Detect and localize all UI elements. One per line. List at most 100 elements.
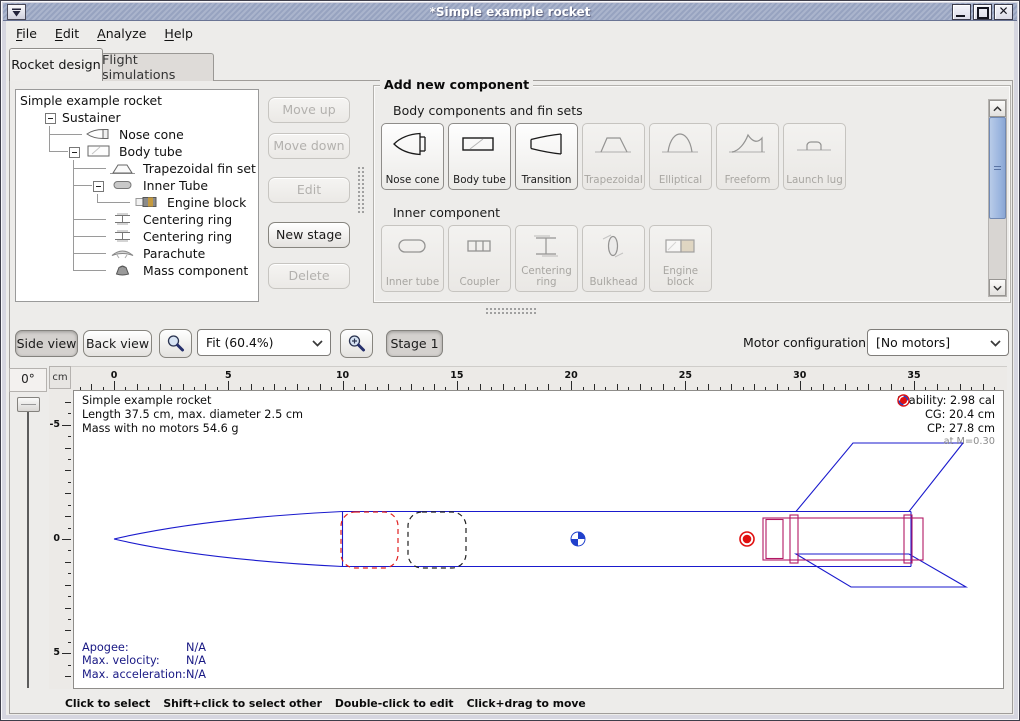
status-hint: Double-click to edit	[335, 697, 454, 712]
tab-flight-simulations[interactable]: Flight simulations	[101, 53, 214, 81]
scrollbar-grip	[994, 166, 1001, 167]
design-info-length: Length 37.5 cm, max. diameter 2.5 cm	[82, 408, 303, 422]
menu-help[interactable]: Help	[155, 23, 202, 44]
centering-ring-icon	[109, 212, 137, 226]
back-view-button[interactable]: Back view	[83, 330, 152, 357]
maximize-button[interactable]	[973, 4, 992, 20]
delete-button[interactable]: Delete	[268, 263, 350, 289]
scrollbar-thumb[interactable]	[989, 117, 1006, 219]
inner-component-label: Inner component	[393, 205, 500, 220]
tree-item-inner-tube[interactable]: Inner Tube	[16, 177, 258, 194]
mass-component-outline	[408, 512, 466, 568]
engine-block-icon	[658, 231, 702, 261]
new-stage-button[interactable]: New stage	[268, 222, 350, 248]
body-tube-icon	[457, 129, 501, 159]
component-tree: Simple example rocketSustainerNose coneB…	[16, 92, 258, 301]
rocket-design-canvas[interactable]: Simple example rocket Length 37.5 cm, ma…	[73, 390, 1004, 689]
side-view-button[interactable]: Side view	[15, 330, 78, 357]
component-button-label: Bulkhead	[583, 277, 644, 288]
tree-item-body-tube[interactable]: Body tube	[16, 143, 258, 160]
add-elliptical-button[interactable]: Elliptical	[649, 123, 712, 190]
fin-trapezoidal-icon	[109, 161, 137, 175]
add-centering-ring-button[interactable]: Centering ring	[515, 225, 578, 292]
tree-expander[interactable]	[69, 147, 80, 158]
stage-1-toggle[interactable]: Stage 1	[386, 330, 443, 357]
add-inner-tube-button[interactable]: Inner tube	[381, 225, 444, 292]
move-down-button[interactable]: Move down	[268, 133, 350, 159]
inner-tube-icon	[390, 231, 434, 261]
rotation-slider-handle[interactable]	[17, 397, 40, 412]
flight-data-label: Max. acceleration:	[82, 668, 186, 681]
window-menu-icon[interactable]	[7, 4, 26, 20]
scroll-down-button[interactable]	[989, 279, 1006, 296]
status-hint: Click to select	[65, 697, 150, 712]
tree-item-label: Nose cone	[119, 127, 184, 142]
stability-value: Stability: 2.98 cal	[897, 394, 995, 408]
inner-components-row: Inner tubeCouplerCentering ring Bulkhead E…	[373, 225, 993, 291]
horizontal-ruler: 05101520253035	[71, 366, 1007, 390]
cp-marker	[740, 532, 754, 546]
design-info: Simple example rocket Length 37.5 cm, ma…	[82, 394, 303, 435]
cg-value: CG: 20.4 cm	[925, 408, 995, 422]
flight-data-value: N/A	[186, 668, 206, 681]
zoom-out-button[interactable]	[159, 329, 192, 358]
close-button[interactable]: ✕	[994, 4, 1013, 20]
component-button-label: Freeform	[717, 175, 778, 186]
app-window: *Simple example rocket ✕ FileEditAnalyze…	[0, 0, 1020, 721]
menu-file[interactable]: File	[7, 23, 46, 44]
edit-button[interactable]: Edit	[268, 177, 350, 203]
mass-component-icon	[109, 263, 137, 277]
tree-item-label: Centering ring	[143, 229, 232, 244]
tree-item-engine-block[interactable]: Engine block	[16, 194, 258, 211]
nose-cone-outline-bottom	[114, 539, 343, 567]
zoom-select[interactable]: Fit (60.4%)	[197, 329, 331, 356]
add-bulkhead-button[interactable]: Bulkhead	[582, 225, 645, 292]
tab-rocket-design[interactable]: Rocket design	[9, 48, 103, 81]
motor-configuration-select[interactable]: [No motors]	[867, 329, 1009, 356]
vertical-ruler: -505	[49, 389, 71, 689]
inner-tube-icon	[109, 178, 137, 192]
chevron-down-icon	[990, 340, 1001, 347]
tree-item-label: Inner Tube	[143, 178, 208, 193]
add-trapezoidal-button[interactable]: Trapezoidal	[582, 123, 645, 190]
body-tube-icon	[85, 144, 113, 158]
status-hint: Shift+click to select other	[163, 697, 322, 712]
add-transition-button[interactable]: Transition	[515, 123, 578, 190]
tree-item-parachute[interactable]: Parachute	[16, 245, 258, 262]
tree-item-mass-component[interactable]: Mass component	[16, 262, 258, 279]
tree-item-centering-ring[interactable]: Centering ring	[16, 211, 258, 228]
tree-item-simple-example-rocket[interactable]: Simple example rocket	[16, 92, 258, 109]
window-title: *Simple example rocket	[3, 5, 1017, 19]
tree-item-centering-ring[interactable]: Centering ring	[16, 228, 258, 245]
tree-item-sustainer[interactable]: Sustainer	[16, 109, 258, 126]
motor-configuration-label: Motor configuration:	[743, 335, 870, 350]
zoom-select-value: Fit (60.4%)	[206, 335, 274, 350]
menu-analyze[interactable]: Analyze	[88, 23, 155, 44]
rotation-angle-display: 0°	[9, 368, 47, 392]
title-bar[interactable]: *Simple example rocket ✕	[3, 3, 1017, 21]
add-freeform-button[interactable]: Freeform	[716, 123, 779, 190]
tree-expander[interactable]	[93, 181, 104, 192]
component-panel-scrollbar[interactable]	[988, 99, 1007, 297]
metal-frame-icon	[10, 7, 23, 18]
add-engine-block-button[interactable]: Engine block	[649, 225, 712, 292]
launch-lug-icon	[792, 129, 836, 159]
scroll-up-button[interactable]	[989, 100, 1006, 117]
menu-edit[interactable]: Edit	[46, 23, 88, 44]
add-body-tube-button[interactable]: Body tube	[448, 123, 511, 190]
minimize-button[interactable]	[952, 4, 971, 20]
vertical-splitter-handle[interactable]	[357, 166, 364, 214]
centering-ring-icon	[109, 229, 137, 243]
tree-item-label: Centering ring	[143, 212, 232, 227]
tree-item-nose-cone[interactable]: Nose cone	[16, 126, 258, 143]
add-nose-cone-button[interactable]: Nose cone	[381, 123, 444, 190]
add-coupler-button[interactable]: Coupler	[448, 225, 511, 292]
zoom-in-button[interactable]	[340, 329, 373, 358]
move-up-button[interactable]: Move up	[268, 97, 350, 123]
horizontal-splitter-handle[interactable]	[485, 307, 537, 315]
rotation-slider-track[interactable]	[27, 398, 29, 688]
tree-item-trapezoidal-fin-set[interactable]: Trapezoidal fin set	[16, 160, 258, 177]
tree-expander[interactable]	[45, 113, 56, 124]
nose-cone-icon	[390, 129, 434, 159]
add-launch-lug-button[interactable]: Launch lug	[783, 123, 846, 190]
